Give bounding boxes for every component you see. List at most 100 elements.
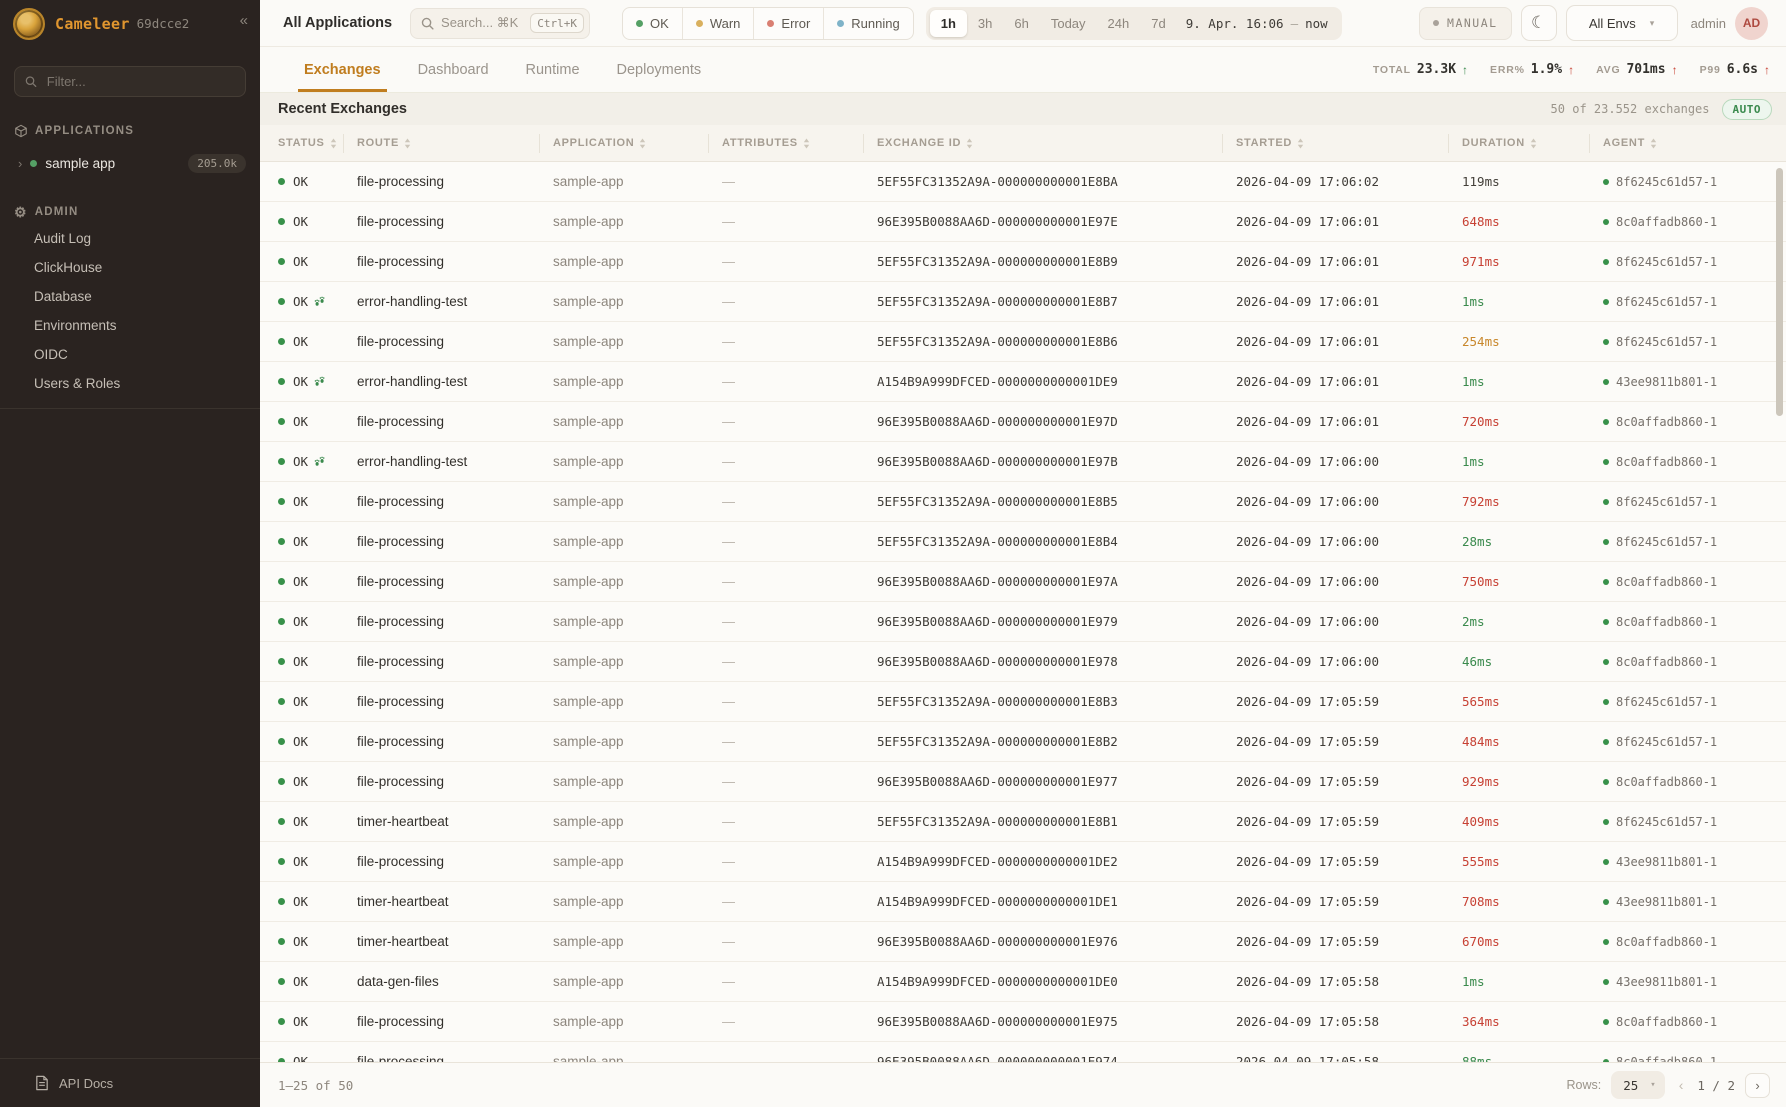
sort-icon	[639, 138, 646, 149]
table-row[interactable]: OKtimer-heartbeatsample-app—5EF55FC31352…	[260, 802, 1786, 842]
scrollbar-thumb[interactable]	[1776, 168, 1783, 416]
application-cell: sample-app	[553, 1054, 722, 1062]
column-header-status[interactable]: STATUS	[278, 125, 357, 161]
sidebar-item-api-docs[interactable]: API Docs	[0, 1058, 260, 1107]
sort-icon	[404, 138, 411, 149]
avatar[interactable]: AD	[1735, 7, 1768, 40]
theme-toggle-button[interactable]: ☾	[1521, 5, 1557, 41]
range-6h[interactable]: 6h	[1003, 10, 1039, 37]
exchange-count-summary: 50 of 23.552 exchanges	[1551, 102, 1710, 116]
sidebar-filter-input[interactable]	[45, 73, 235, 90]
environment-select[interactable]: All Envs ▾	[1566, 5, 1678, 41]
table-row[interactable]: OKfile-processingsample-app—5EF55FC31352…	[260, 482, 1786, 522]
sidebar-item-audit-log[interactable]: Audit Log	[0, 224, 260, 253]
sort-icon	[1297, 138, 1304, 149]
status-filter-error[interactable]: Error	[753, 8, 823, 39]
started-cell: 2026-04-09 17:06:00	[1236, 494, 1462, 509]
column-header-application[interactable]: APPLICATION	[553, 125, 722, 161]
column-header-route[interactable]: ROUTE	[357, 125, 553, 161]
sidebar-item-users-roles[interactable]: Users & Roles	[0, 369, 260, 398]
column-header-attributes[interactable]: ATTRIBUTES	[722, 125, 877, 161]
stats-strip: TOTAL23.3K↑ERR%1.9%↑AVG701ms↑P996.6s↑	[1373, 47, 1770, 92]
table-row[interactable]: OKfile-processingsample-app—96E395B0088A…	[260, 762, 1786, 802]
agent-status-dot	[1603, 899, 1609, 905]
stat-avg: AVG701ms↑	[1596, 62, 1678, 77]
sidebar-item-clickhouse[interactable]: ClickHouse	[0, 253, 260, 282]
table-row[interactable]: OKfile-processingsample-app—96E395B0088A…	[260, 202, 1786, 242]
status-cell: OK	[278, 894, 357, 909]
sidebar-item-sample-app[interactable]: › sample app 205.0k	[10, 148, 254, 178]
auto-refresh-badge[interactable]: AUTO	[1722, 99, 1773, 120]
status-filter-running[interactable]: Running	[823, 8, 912, 39]
table-row[interactable]: OKfile-processingsample-app—96E395B0088A…	[260, 402, 1786, 442]
table-row[interactable]: OKfile-processingsample-app—96E395B0088A…	[260, 1042, 1786, 1062]
range-7d[interactable]: 7d	[1140, 10, 1176, 37]
duration-cell: 565ms	[1462, 694, 1603, 709]
started-cell: 2026-04-09 17:06:02	[1236, 174, 1462, 189]
table-row[interactable]: OKfile-processingsample-app—5EF55FC31352…	[260, 682, 1786, 722]
exchange-id-cell: 5EF55FC31352A9A-000000000001E8B5	[877, 494, 1236, 509]
rows-per-page-select[interactable]: 25 ▾	[1611, 1071, 1664, 1099]
column-header-started[interactable]: STARTED	[1236, 125, 1462, 161]
column-header-agent[interactable]: AGENT	[1603, 125, 1774, 161]
started-cell: 2026-04-09 17:06:00	[1236, 574, 1462, 589]
sidebar-item-database[interactable]: Database	[0, 282, 260, 311]
tab-dashboard[interactable]: Dashboard	[412, 47, 495, 92]
status-filter-ok[interactable]: OK	[623, 8, 682, 39]
table-row[interactable]: OKfile-processingsample-app—5EF55FC31352…	[260, 162, 1786, 202]
sidebar-item-oidc[interactable]: OIDC	[0, 340, 260, 369]
chevron-right-icon[interactable]: ›	[18, 156, 22, 171]
table-row[interactable]: OKfile-processingsample-app—96E395B0088A…	[260, 642, 1786, 682]
started-cell: 2026-04-09 17:06:01	[1236, 374, 1462, 389]
agent-id: 8f6245c61d57-1	[1616, 495, 1717, 509]
table-row[interactable]: OKerror-handling-testsample-app—96E395B0…	[260, 442, 1786, 482]
table-row[interactable]: OKfile-processingsample-app—5EF55FC31352…	[260, 322, 1786, 362]
table-row[interactable]: OKerror-handling-testsample-app—5EF55FC3…	[260, 282, 1786, 322]
table-row[interactable]: OKerror-handling-testsample-app—A154B9A9…	[260, 362, 1786, 402]
status-filter-warn[interactable]: Warn	[682, 8, 754, 39]
table-row[interactable]: OKfile-processingsample-app—96E395B0088A…	[260, 1002, 1786, 1042]
tab-exchanges[interactable]: Exchanges	[298, 47, 387, 92]
sidebar-item-environments[interactable]: Environments	[0, 311, 260, 340]
started-cell: 2026-04-09 17:06:01	[1236, 294, 1462, 309]
search-box[interactable]: Search... ⌘K Ctrl+K	[410, 8, 590, 39]
table-row[interactable]: OKfile-processingsample-app—A154B9A999DF…	[260, 842, 1786, 882]
column-header-exchange-id[interactable]: EXCHANGE ID	[877, 125, 1236, 161]
avatar-initials: AD	[1743, 16, 1760, 30]
agent-cell: 8f6245c61d57-1	[1603, 335, 1774, 349]
column-header-duration[interactable]: DURATION	[1462, 125, 1603, 161]
range-1h[interactable]: 1h	[930, 10, 967, 37]
status-ok-dot	[278, 618, 285, 625]
status-ok-dot	[278, 738, 285, 745]
table-row[interactable]: OKfile-processingsample-app—5EF55FC31352…	[260, 242, 1786, 282]
tab-deployments[interactable]: Deployments	[611, 47, 708, 92]
agent-id: 8f6245c61d57-1	[1616, 695, 1717, 709]
sidebar-collapse-icon[interactable]: «	[240, 12, 248, 29]
app-title: Cameleer	[55, 15, 130, 33]
range-3h[interactable]: 3h	[967, 10, 1003, 37]
exchange-id-cell: 5EF55FC31352A9A-000000000001E8BA	[877, 174, 1236, 189]
tab-runtime[interactable]: Runtime	[520, 47, 586, 92]
attributes-cell: —	[722, 414, 877, 429]
table-row[interactable]: OKfile-processingsample-app—96E395B0088A…	[260, 602, 1786, 642]
route-cell: file-processing	[357, 614, 553, 629]
status-text: OK	[293, 294, 308, 309]
previous-page-button[interactable]: ‹	[1675, 1077, 1688, 1093]
table-row[interactable]: OKfile-processingsample-app—5EF55FC31352…	[260, 522, 1786, 562]
table-row[interactable]: OKfile-processingsample-app—5EF55FC31352…	[260, 722, 1786, 762]
status-cell: OK	[278, 934, 357, 949]
attributes-cell: —	[722, 974, 877, 989]
table-row[interactable]: OKtimer-heartbeatsample-app—96E395B0088A…	[260, 922, 1786, 962]
manual-mode-button[interactable]: MANUAL	[1419, 7, 1512, 40]
range-today[interactable]: Today	[1040, 10, 1097, 37]
time-range-display[interactable]: 9. Apr. 16:06 — now	[1186, 16, 1328, 31]
table-row[interactable]: OKtimer-heartbeatsample-app—A154B9A999DF…	[260, 882, 1786, 922]
sidebar-filter-field[interactable]	[14, 66, 246, 97]
table-row[interactable]: OKdata-gen-filessample-app—A154B9A999DFC…	[260, 962, 1786, 1002]
next-page-button[interactable]: ›	[1745, 1073, 1770, 1098]
range-24h[interactable]: 24h	[1097, 10, 1141, 37]
table-row[interactable]: OKfile-processingsample-app—96E395B0088A…	[260, 562, 1786, 602]
admin-section-header: ⚙ ADMIN	[14, 205, 246, 219]
status-text: OK	[293, 774, 308, 789]
manual-dot	[1433, 20, 1439, 26]
